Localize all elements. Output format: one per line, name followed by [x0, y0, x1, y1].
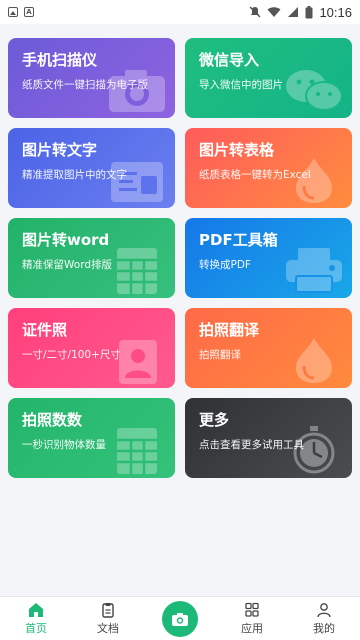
apps-grid-icon — [245, 602, 259, 617]
nav-apps[interactable]: 应用 — [216, 597, 288, 640]
card-wechat-import[interactable]: 微信导入 导入微信中的图片 — [185, 38, 352, 118]
signal-icon — [288, 7, 299, 17]
card-image-to-word[interactable]: 图片转word 精准保留Word排版 — [8, 218, 175, 298]
nav-camera-wrap — [144, 597, 216, 640]
image-notification-icon — [8, 7, 18, 17]
card-title: 微信导入 — [199, 51, 260, 69]
nav-label: 文档 — [97, 621, 119, 635]
card-pdf-toolbox[interactable]: PDF工具箱 转换成PDF — [185, 218, 352, 298]
card-subtitle: 纸质表格一键转为Excel — [199, 169, 311, 181]
card-subtitle: 一秒识别物体数量 — [22, 439, 106, 451]
status-bar: A 10:16 — [0, 0, 360, 24]
card-subtitle: 导入微信中的图片 — [199, 79, 283, 91]
card-subtitle: 纸质文件一键扫描为电子版 — [22, 79, 148, 91]
card-title: 更多 — [199, 411, 230, 429]
card-phone-scanner[interactable]: 手机扫描仪 纸质文件一键扫描为电子版 — [8, 38, 175, 118]
card-title: 拍照翻译 — [199, 321, 260, 339]
card-subtitle: 点击查看更多试用工具 — [199, 439, 304, 451]
mute-icon — [249, 6, 261, 18]
status-right: 10:16 — [249, 5, 352, 20]
card-title: 拍照数数 — [22, 411, 83, 429]
clock: 10:16 — [319, 4, 352, 20]
card-subtitle: 精准提取图片中的文字 — [22, 169, 127, 181]
status-left: A — [8, 7, 34, 17]
camera-icon — [172, 612, 188, 626]
card-title: 图片转文字 — [22, 141, 98, 159]
card-subtitle: 一寸/二寸/100+尺寸 — [22, 349, 121, 361]
clipboard-icon — [102, 602, 114, 618]
wifi-icon — [267, 7, 281, 17]
card-title: 图片转word — [22, 231, 110, 249]
nav-home[interactable]: 首页 — [0, 597, 72, 640]
card-subtitle: 精准保留Word排版 — [22, 259, 112, 271]
card-more-tools[interactable]: 更多 点击查看更多试用工具 — [185, 398, 352, 478]
card-subtitle: 拍照翻译 — [199, 349, 241, 361]
card-photo-translate[interactable]: 拍照翻译 拍照翻译 — [185, 308, 352, 388]
a-notification-icon: A — [24, 7, 34, 17]
card-subtitle: 转换成PDF — [199, 259, 251, 271]
nav-documents[interactable]: 文档 — [72, 597, 144, 640]
tool-grid: 手机扫描仪 纸质文件一键扫描为电子版 微信导入 导入微信中的图片 图片转文字 精… — [8, 38, 352, 478]
card-title: 图片转表格 — [199, 141, 275, 159]
nav-profile[interactable]: 我的 — [288, 597, 360, 640]
user-icon — [317, 602, 331, 617]
nav-label: 我的 — [313, 621, 335, 635]
card-image-to-text[interactable]: 图片转文字 精准提取图片中的文字 — [8, 128, 175, 208]
bottom-navigation: 首页 文档 应用 我的 — [0, 596, 360, 640]
card-title: 证件照 — [22, 321, 68, 339]
card-title: PDF工具箱 — [199, 231, 278, 249]
home-icon — [29, 602, 43, 617]
nav-label: 应用 — [241, 621, 263, 635]
card-id-photo[interactable]: 证件照 一寸/二寸/100+尺寸 — [8, 308, 175, 388]
card-image-to-table[interactable]: 图片转表格 纸质表格一键转为Excel — [185, 128, 352, 208]
nav-label: 首页 — [25, 621, 47, 635]
battery-icon — [305, 5, 313, 18]
camera-button[interactable] — [162, 601, 198, 637]
card-title: 手机扫描仪 — [22, 51, 98, 69]
card-photo-count[interactable]: 拍照数数 一秒识别物体数量 — [8, 398, 175, 478]
